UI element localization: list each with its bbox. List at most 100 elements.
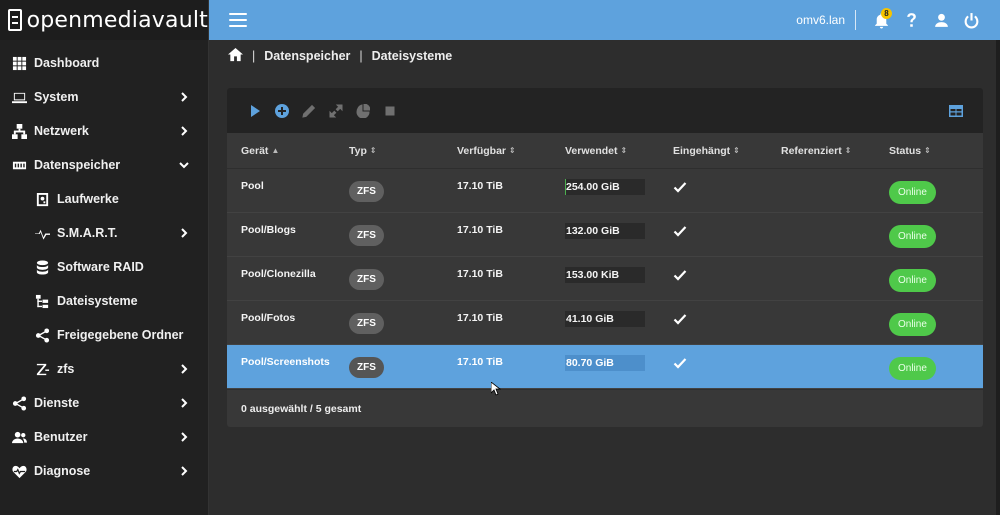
logout-button[interactable] — [956, 5, 986, 35]
sort-icon: ⇕ — [924, 146, 931, 155]
menu-toggle-button[interactable] — [229, 13, 247, 27]
cell-type: ZFS — [335, 257, 443, 300]
dashboard-icon — [11, 55, 27, 71]
cell-status: Online — [875, 345, 983, 388]
home-button[interactable] — [228, 47, 243, 65]
sidebar-item-label: System — [34, 90, 79, 104]
column-header-verfuegbar[interactable]: Verfügbar ⇕ — [443, 145, 551, 157]
usage-bar: 41.10 GiB — [565, 311, 645, 327]
resize-button[interactable] — [327, 102, 345, 120]
column-settings-button[interactable] — [947, 102, 965, 120]
quota-button[interactable] — [354, 102, 372, 120]
usage-bar: 80.70 GiB — [565, 355, 645, 371]
cell-available: 17.10 TiB — [457, 180, 503, 192]
cell-mounted — [659, 345, 767, 388]
table-row[interactable]: Pool/Clonezilla ZFS 17.10 TiB 153.00 KiB… — [227, 257, 983, 301]
sidebar-item-freigegebene-ordner[interactable]: Freigegebene Ordner — [0, 318, 208, 352]
column-header-eingehaengt[interactable]: Eingehängt ⇕ — [659, 145, 767, 157]
pencil-icon — [302, 104, 316, 118]
column-label: Eingehängt — [673, 144, 731, 157]
topbar-actions: omv6.lan 8 — [796, 5, 986, 35]
notifications-button[interactable]: 8 — [866, 5, 896, 35]
laptop-icon — [11, 89, 27, 105]
table-row[interactable]: Pool/Fotos ZFS 17.10 TiB 41.10 GiB Onlin… — [227, 301, 983, 345]
brand[interactable]: openmediavault — [0, 0, 208, 40]
sidebar-item-laufwerke[interactable]: Laufwerke — [0, 182, 208, 216]
column-header-verwendet[interactable]: Verwendet ⇕ — [551, 145, 659, 157]
sidebar-item-label: Netzwerk — [34, 124, 89, 138]
sidebar-item-dienste[interactable]: Dienste — [0, 386, 208, 420]
cell-status: Online — [875, 169, 983, 212]
database-icon — [34, 259, 50, 275]
play-icon — [251, 104, 260, 117]
cell-used: 254.00 GiB — [551, 169, 659, 212]
table-header: Gerät ▲ Typ ⇕ Verfügbar ⇕ Verwendet ⇕ Eingeh… — [227, 133, 983, 169]
cell-mounted — [659, 301, 767, 344]
column-header-status[interactable]: Status ⇕ — [875, 145, 983, 157]
mouse-cursor-icon — [490, 381, 502, 396]
column-label: Status — [889, 144, 922, 157]
table-row-selected[interactable]: Pool/Screenshots ZFS 17.10 TiB 80.70 GiB… — [227, 345, 983, 389]
mount-button[interactable] — [246, 102, 264, 120]
plus-circle-icon — [275, 103, 289, 118]
cell-referenced — [767, 257, 875, 300]
sidebar-item-system[interactable]: System — [0, 80, 208, 114]
sidebar-item-benutzer[interactable]: Benutzer — [0, 420, 208, 454]
breadcrumb-item: Dateisysteme — [371, 49, 453, 63]
hamburger-bar — [229, 25, 247, 27]
check-icon — [673, 314, 687, 325]
breadcrumb-separator: | — [359, 49, 363, 63]
storage-icon — [11, 157, 27, 173]
user-menu-button[interactable] — [926, 5, 956, 35]
breadcrumb-item[interactable]: Datenspeicher — [264, 49, 350, 63]
cell-type: ZFS — [335, 169, 443, 212]
cell-available: 17.10 TiB — [457, 312, 503, 324]
cell-mounted — [659, 169, 767, 212]
column-header-referenziert[interactable]: Referenziert ⇕ — [767, 145, 875, 157]
sidebar-item-label: Dienste — [34, 396, 80, 410]
sidebar-item-diagnose[interactable]: Diagnose — [0, 454, 208, 488]
pulse-icon — [34, 225, 50, 241]
column-label: Verwendet — [565, 144, 618, 157]
table-columns-icon — [949, 104, 963, 117]
chevron-down-icon — [178, 159, 190, 171]
topbar-divider — [855, 10, 856, 30]
sidebar-item-smart[interactable]: S.M.A.R.T. — [0, 216, 208, 250]
sidebar-item-dashboard[interactable]: Dashboard — [0, 46, 208, 80]
sidebar-item-label: Laufwerke — [57, 192, 119, 206]
cell-mounted — [659, 213, 767, 256]
sidebar-item-zfs[interactable]: zfs — [0, 352, 208, 386]
cell-used: 80.70 GiB — [551, 345, 659, 388]
sidebar-item-software-raid[interactable]: Software RAID — [0, 250, 208, 284]
cell-type: ZFS — [335, 301, 443, 344]
chevron-right-icon — [178, 363, 190, 375]
usage-text: 132.00 GiB — [566, 225, 620, 237]
sidebar-item-netzwerk[interactable]: Netzwerk — [0, 114, 208, 148]
column-header-geraet[interactable]: Gerät ▲ — [227, 145, 335, 157]
breadcrumb: | Datenspeicher | Dateisysteme — [228, 47, 452, 65]
hamburger-bar — [229, 19, 247, 21]
check-icon — [673, 358, 687, 369]
topbar: omv6.lan 8 — [209, 0, 1000, 40]
sidebar-item-label: Datenspeicher — [34, 158, 121, 172]
sidebar-item-datenspeicher[interactable]: Datenspeicher — [0, 148, 208, 182]
column-header-typ[interactable]: Typ ⇕ — [335, 145, 443, 157]
column-label: Verfügbar — [457, 144, 507, 157]
sidebar-item-dateisysteme[interactable]: Dateisysteme — [0, 284, 208, 318]
cell-status: Online — [875, 213, 983, 256]
type-chip: ZFS — [349, 269, 384, 290]
edit-button[interactable] — [300, 102, 318, 120]
status-badge: Online — [889, 225, 936, 248]
right-edge — [996, 40, 1000, 515]
filesystems-card: Gerät ▲ Typ ⇕ Verfügbar ⇕ Verwendet ⇕ Eingeh… — [227, 88, 983, 427]
table-row[interactable]: Pool/Blogs ZFS 17.10 TiB 132.00 GiB Onli… — [227, 213, 983, 257]
question-icon — [906, 12, 916, 27]
table-row[interactable]: Pool ZFS 17.10 TiB 254.00 GiB Online — [227, 169, 983, 213]
sort-icon: ⇕ — [369, 146, 377, 155]
unmount-button[interactable] — [381, 102, 399, 120]
check-icon — [673, 226, 687, 237]
chevron-right-icon — [178, 227, 190, 239]
create-button[interactable] — [273, 102, 291, 120]
file-tree-icon — [34, 293, 50, 309]
help-button[interactable] — [896, 5, 926, 35]
